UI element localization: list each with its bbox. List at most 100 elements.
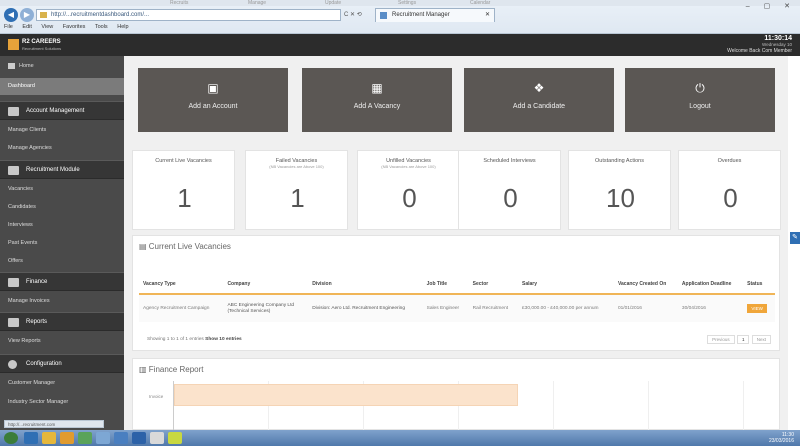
stat-title: Outstanding Actions — [595, 158, 644, 164]
finance-y-label: Invoice — [149, 394, 164, 399]
column-header[interactable]: Division — [308, 274, 423, 295]
sidebar-item-customer-manager[interactable]: Customer Manager — [0, 375, 124, 392]
sidebar-section-label: Configuration — [26, 361, 62, 367]
logo-tagline: Recruitment Solutions — [22, 46, 62, 51]
sidebar-section-label: Account Management — [26, 108, 85, 114]
cell-sector: Rail Recruitment — [468, 294, 518, 322]
sidebar-section-recruitment[interactable]: Recruitment Module — [0, 160, 124, 179]
top-strip-item: Manage — [248, 0, 267, 6]
panel-title-text: Current Live Vacancies — [148, 242, 231, 251]
column-header[interactable]: Vacancy Type — [139, 274, 224, 295]
stat-value: 0 — [503, 183, 518, 213]
stat-card-overdues[interactable]: Overdues 0 — [678, 150, 781, 230]
top-strip-item: Settings — [398, 0, 417, 6]
logout-button[interactable]: ⏻ Logout — [625, 68, 775, 132]
sidebar-item-dashboard[interactable]: Dashboard — [0, 78, 124, 95]
company-sub: (Technical Services) — [227, 308, 271, 314]
media-icon[interactable] — [60, 432, 74, 444]
logo[interactable]: R2 CAREERS Recruitment Solutions — [8, 37, 72, 53]
app-icon[interactable] — [78, 432, 92, 444]
main-content: ▣ Add an Account ▦ Add A Vacancy ❖ Add a… — [124, 56, 788, 431]
sidebar-item-industry-sector-manager[interactable]: Industry Sector Manager — [0, 394, 124, 411]
sidebar-item-manage-clients[interactable]: Manage Clients — [0, 122, 124, 139]
sidebar-item-candidates[interactable]: Candidates — [0, 199, 124, 216]
column-header[interactable]: Application Deadline — [677, 274, 744, 295]
app-icon[interactable] — [168, 432, 182, 444]
stat-subtitle: (NB Vacancies are Above 100) — [269, 164, 324, 169]
sidebar-section-reports[interactable]: Reports — [0, 312, 124, 331]
stat-subtitle: (NB Vacancies are Above 100) — [381, 164, 436, 169]
logo-mark-icon — [8, 39, 19, 50]
top-strip-item: Update — [325, 0, 342, 6]
finance-bar[interactable] — [174, 384, 518, 406]
entries-select[interactable]: 10 — [219, 337, 224, 342]
previous-page-button[interactable]: Previous — [707, 335, 735, 344]
finance-report-panel: ▥ Finance Report Invoice — [132, 358, 780, 431]
menu-tools[interactable]: Tools — [95, 24, 108, 30]
feedback-tab[interactable]: ✎ — [790, 232, 800, 244]
account-icon — [8, 107, 19, 116]
column-header[interactable]: Vacancy Created On — [613, 274, 678, 295]
stat-card-failed-vacancies[interactable]: Failed Vacancies (NB Vacancies are Above… — [245, 150, 348, 230]
window-controls[interactable]: – ▢ ✕ — [746, 2, 796, 10]
page-1-button[interactable]: 1 — [736, 335, 750, 344]
taskbar-clock[interactable]: 11:30 23/03/2016 — [769, 432, 794, 444]
grid-line — [648, 381, 649, 431]
menu-view[interactable]: View — [41, 24, 53, 30]
back-button[interactable]: ◀ — [4, 8, 18, 22]
stat-card-scheduled-interviews[interactable]: Scheduled Interviews 0 — [458, 150, 561, 230]
browser-tab[interactable]: Recruitment Manager ✕ — [375, 8, 495, 22]
sidebar-section-finance[interactable]: Finance — [0, 272, 124, 291]
stat-value: 0 — [402, 183, 417, 213]
taskbar: 11:30 23/03/2016 — [0, 430, 800, 446]
sidebar-item-vacancies[interactable]: Vacancies — [0, 181, 124, 198]
stat-card-live-vacancies[interactable]: Current Live Vacancies 1 — [132, 150, 235, 230]
add-vacancy-button[interactable]: ▦ Add A Vacancy — [302, 68, 452, 132]
menu-favorites[interactable]: Favorites — [63, 24, 86, 30]
column-header[interactable]: Sector — [468, 274, 518, 295]
column-header[interactable]: Company — [223, 274, 309, 295]
sidebar-section-configuration[interactable]: Configuration — [0, 354, 124, 373]
forward-button[interactable]: ▶ — [20, 8, 34, 22]
menu-help[interactable]: Help — [117, 24, 128, 30]
view-button[interactable]: VIEW — [747, 304, 768, 313]
company-name[interactable]: ABC Engineering Company Ltd — [227, 303, 294, 308]
sidebar-item-manage-invoices[interactable]: Manage Invoices — [0, 293, 124, 310]
column-header[interactable]: Status — [743, 274, 775, 295]
sidebar-item-view-reports[interactable]: View Reports — [0, 333, 124, 350]
show-label: Show — [205, 337, 218, 342]
menu-edit[interactable]: Edit — [22, 24, 31, 30]
stat-title: Scheduled Interviews — [483, 158, 536, 164]
sidebar-section-account-management[interactable]: Account Management — [0, 101, 124, 120]
close-tab-icon[interactable]: ✕ — [485, 9, 490, 22]
table-info: Showing 1 to 1 of 1 entries Show 10 entr… — [147, 337, 242, 342]
sidebar-item-past-events[interactable]: Past Events — [0, 235, 124, 252]
next-page-button[interactable]: Next — [751, 335, 771, 344]
sidebar-item-interviews[interactable]: Interviews — [0, 217, 124, 234]
stat-value: 10 — [606, 183, 635, 213]
start-button-icon[interactable] — [4, 432, 18, 444]
stat-card-unfilled-vacancies[interactable]: Unfilled Vacancies (NB Vacancies are Abo… — [357, 150, 460, 230]
app-header: R2 CAREERS Recruitment Solutions 11:30:1… — [0, 34, 800, 56]
stat-card-outstanding-actions[interactable]: Outstanding Actions 10 — [568, 150, 671, 230]
app-icon[interactable] — [132, 432, 146, 444]
add-account-button[interactable]: ▣ Add an Account — [138, 68, 288, 132]
add-candidate-button[interactable]: ❖ Add a Candidate — [464, 68, 614, 132]
app-icon[interactable] — [96, 432, 110, 444]
ie-icon[interactable] — [24, 432, 38, 444]
cell-salary: £30,000.00 - £40,000.00 per annum — [517, 294, 614, 322]
power-icon: ⏻ — [695, 81, 705, 95]
app-icon[interactable] — [150, 432, 164, 444]
users-icon: ❖ — [533, 81, 545, 95]
sidebar-item-home[interactable]: Home — [0, 58, 124, 75]
app-icon[interactable] — [114, 432, 128, 444]
reports-icon — [8, 318, 19, 327]
sidebar-item-manage-agencies[interactable]: Manage Agencies — [0, 140, 124, 157]
folder-icon[interactable] — [42, 432, 56, 444]
menu-file[interactable]: File — [4, 24, 13, 30]
address-controls[interactable]: C ✕ ⟲ — [344, 9, 362, 21]
address-bar[interactable]: http://...recruitmentdashboard.com/... — [36, 9, 341, 21]
sidebar-item-offers[interactable]: Offers — [0, 253, 124, 270]
column-header[interactable]: Salary — [517, 274, 614, 295]
column-header[interactable]: Job Title — [422, 274, 469, 295]
